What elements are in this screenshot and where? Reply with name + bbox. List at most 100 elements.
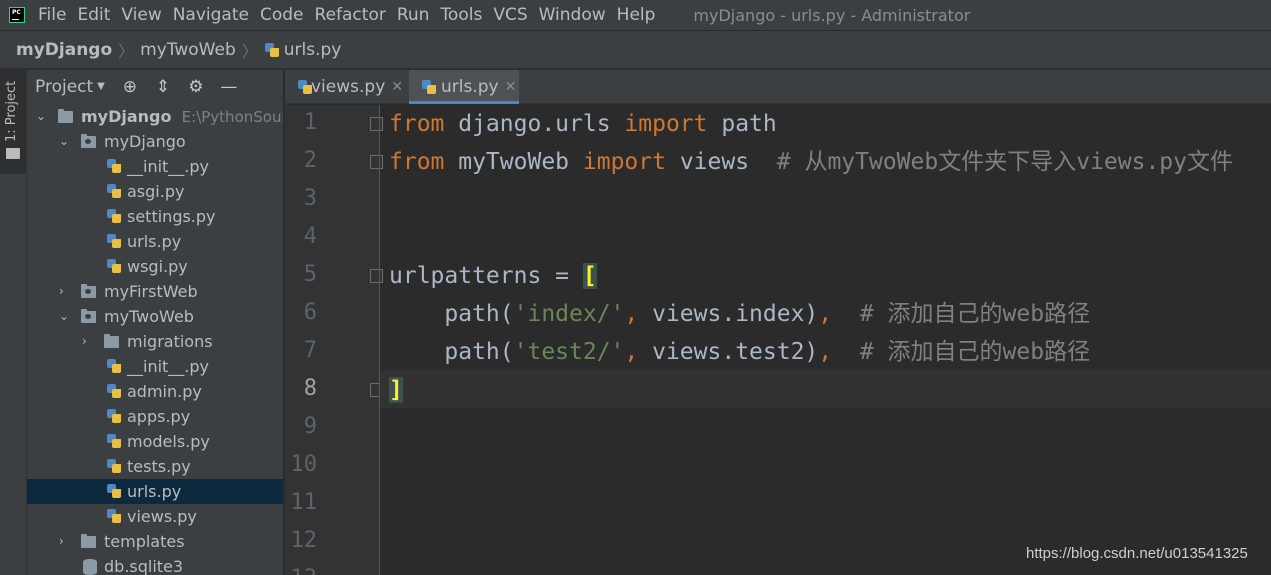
folder-icon (58, 109, 73, 123)
identifier-token: path( (389, 339, 514, 365)
project-view-selector[interactable]: Project (35, 77, 93, 97)
breadcrumb-separator-icon: 〉 (118, 41, 135, 61)
menu-bar: PC File Edit View Navigate Code Refactor… (0, 0, 1271, 30)
tree-item-file[interactable]: wsgi.py (27, 254, 283, 279)
tab-views-py[interactable]: views.py ✕ (285, 70, 403, 103)
python-file-icon (106, 433, 122, 449)
breadcrumb: myDjango 〉 myTwoWeb 〉 urls.py (0, 31, 1271, 69)
left-tool-strip: 1: Project (0, 70, 27, 575)
tree-item-label: settings.py (127, 207, 216, 226)
root-project-path: E:\PythonSour (181, 108, 283, 126)
tree-item-file[interactable]: admin.py (27, 379, 283, 404)
menu-window[interactable]: Window (539, 0, 606, 30)
menu-file[interactable]: File (38, 0, 66, 30)
expand-arrow-icon[interactable]: ⌄ (36, 104, 46, 129)
tree-item-folder[interactable]: › migrations (27, 329, 283, 354)
tree-item-folder[interactable]: › templates (27, 529, 283, 554)
folder-icon (81, 534, 96, 548)
string-token: 'test2/' (513, 339, 625, 365)
identifier-token: views.test2) (652, 339, 819, 365)
fold-marker-icon[interactable] (370, 117, 383, 131)
tree-item-file[interactable]: __init__.py (27, 354, 283, 379)
tree-item-file[interactable]: settings.py (27, 204, 283, 229)
tree-item-file[interactable]: apps.py (27, 404, 283, 429)
tree-item-root[interactable]: ⌄ myDjango E:\PythonSour (27, 104, 283, 129)
close-icon[interactable]: ✕ (391, 79, 403, 95)
tree-item-file[interactable]: asgi.py (27, 179, 283, 204)
project-panel-header: Project ▼ ⊕ ⇕ ⚙ — (27, 70, 283, 103)
tab-urls-py[interactable]: urls.py ✕ (409, 70, 519, 104)
breadcrumb-file[interactable]: urls.py (284, 40, 342, 60)
tree-item-label: wsgi.py (127, 257, 188, 276)
code-line-1: from django.urls import path (389, 105, 777, 143)
python-file-icon (106, 183, 122, 199)
folder-icon (104, 334, 119, 348)
code-line-7: path('test2/', views.test2), # 添加自己的web路… (389, 333, 1090, 371)
tree-item-label: asgi.py (127, 182, 185, 201)
tree-item-folder[interactable]: ⌄ myTwoWeb (27, 304, 283, 329)
module-token: django.urls (444, 111, 625, 137)
punctuation-token: , (818, 301, 860, 327)
keyword-token: import (582, 149, 666, 175)
pycharm-logo-icon: PC (9, 7, 25, 23)
menu-vcs[interactable]: VCS (493, 0, 527, 30)
line-number: 13 (285, 566, 318, 575)
keyword-token: from (389, 111, 445, 137)
fold-marker-icon[interactable] (370, 155, 383, 169)
tree-item-label: myDjango (104, 132, 186, 151)
collapse-arrow-icon[interactable]: › (59, 279, 69, 304)
collapse-all-icon[interactable]: ⇕ (152, 76, 174, 98)
tree-item-file[interactable]: models.py (27, 429, 283, 454)
collapse-arrow-icon[interactable]: › (59, 529, 69, 554)
project-tool-window-tab[interactable]: 1: Project (0, 70, 26, 174)
gear-icon[interactable]: ⚙ (185, 76, 207, 98)
tree-item-file[interactable]: db.sqlite3 (27, 554, 283, 575)
tree-item-file-selected[interactable]: urls.py (27, 479, 283, 504)
menu-code[interactable]: Code (260, 0, 304, 30)
punctuation-token: , (624, 301, 653, 327)
identifier-token: path( (389, 301, 514, 327)
root-project-name: myDjango (81, 107, 172, 126)
hide-icon[interactable]: — (218, 76, 240, 98)
code-line-6: path('index/', views.index), # 添加自己的web路… (389, 295, 1090, 333)
breadcrumb-folder[interactable]: myTwoWeb (140, 40, 236, 60)
tree-item-folder[interactable]: ⌄ myDjango (27, 129, 283, 154)
menu-run[interactable]: Run (397, 0, 430, 30)
tab-label: urls.py (441, 76, 499, 97)
tree-item-label: apps.py (127, 407, 191, 426)
locate-target-icon[interactable]: ⊕ (119, 76, 141, 98)
line-number: 12 (290, 528, 318, 553)
menu-tools[interactable]: Tools (440, 0, 482, 30)
keyword-token: from (389, 149, 445, 175)
fold-marker-icon[interactable] (370, 269, 383, 283)
menu-refactor[interactable]: Refactor (315, 0, 386, 30)
menu-help[interactable]: Help (617, 0, 656, 30)
tree-item-file[interactable]: tests.py (27, 454, 283, 479)
tree-item-file[interactable]: urls.py (27, 229, 283, 254)
tree-item-folder[interactable]: › myFirstWeb (27, 279, 283, 304)
python-file-icon (106, 158, 122, 174)
code-editor[interactable]: 1 2 3 4 5 6 7 8 9 10 11 12 13 from djang… (285, 105, 1271, 575)
current-line-highlight (380, 370, 1271, 408)
identifier-token: views.index) (652, 301, 819, 327)
collapse-arrow-icon[interactable]: › (82, 329, 92, 354)
identifier-token: urlpatterns = (389, 263, 583, 289)
python-file-icon (106, 483, 122, 499)
menu-view[interactable]: View (121, 0, 161, 30)
menu-edit[interactable]: Edit (77, 0, 110, 30)
project-tab-label: 1: Project (4, 80, 19, 142)
line-number-current: 8 (303, 376, 317, 401)
tree-item-file[interactable]: views.py (27, 504, 283, 529)
folder-icon (81, 134, 96, 148)
comment-token: # 添加自己的web路径 (859, 301, 1091, 327)
expand-arrow-icon[interactable]: ⌄ (59, 129, 69, 154)
menu-navigate[interactable]: Navigate (173, 0, 249, 30)
breadcrumb-project[interactable]: myDjango (16, 40, 112, 60)
identifier-token: views (665, 149, 777, 175)
dropdown-arrow-icon[interactable]: ▼ (97, 81, 105, 92)
close-icon[interactable]: ✕ (505, 79, 517, 95)
expand-arrow-icon[interactable]: ⌄ (59, 304, 69, 329)
folder-icon (6, 148, 20, 159)
line-number-gutter: 1 2 3 4 5 6 7 8 9 10 11 12 13 (285, 105, 383, 575)
tree-item-file[interactable]: __init__.py (27, 154, 283, 179)
